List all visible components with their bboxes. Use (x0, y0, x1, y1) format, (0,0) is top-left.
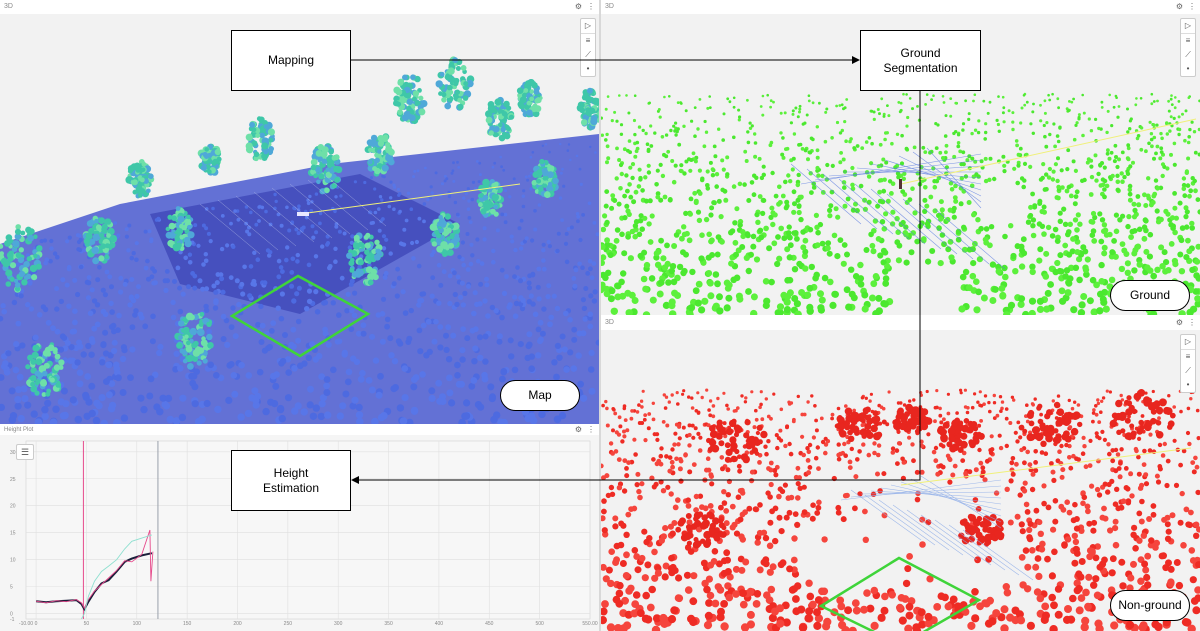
layers-icon[interactable]: ≡ (1181, 349, 1195, 364)
x-tick-label: 400 (435, 621, 444, 627)
x-tick-label: -10.00 (19, 621, 33, 627)
x-tick-label: 150 (183, 621, 192, 627)
x-tick-label: 450 (485, 621, 494, 627)
nonground-point-cloud (601, 330, 1200, 631)
mapping-label: Mapping (267, 53, 315, 67)
ground-segmentation-label-line2: Segmentation (883, 60, 958, 75)
more-icon[interactable]: ⋮ (1188, 0, 1196, 14)
ground-segmentation-label-line1: Ground (900, 45, 941, 60)
x-tick-label: 300 (334, 621, 343, 627)
height-estimation-label-line1: Height (273, 465, 309, 480)
dot-icon[interactable]: • (1181, 62, 1195, 76)
more-icon[interactable]: ⋮ (1188, 316, 1196, 330)
y-tick-label: -1 (10, 617, 15, 623)
settings-icon[interactable]: ⚙ (1176, 316, 1183, 330)
x-tick-label: 550.00 (582, 621, 598, 627)
x-tick-label: 100 (133, 621, 142, 627)
y-tick-label: 20 (10, 504, 16, 510)
ground-label: Ground (1110, 280, 1190, 311)
nonground-panel-title: 3D (605, 319, 614, 326)
sensor-marker (297, 212, 309, 216)
more-icon[interactable]: ⋮ (587, 425, 595, 435)
x-tick-label: 500 (535, 621, 544, 627)
ground-panel-title: 3D (605, 3, 614, 10)
height-plot-title: Height Plot (4, 427, 34, 433)
y-tick-label: 10 (10, 558, 16, 564)
layers-icon[interactable]: ≡ (581, 33, 595, 48)
ground-panel-header: 3D ⚙ ⋮ (601, 0, 1200, 14)
x-tick-label: 0 (35, 621, 38, 627)
nonground-panel-header: 3D ⚙ ⋮ (601, 316, 1200, 330)
mapping-box: Mapping (231, 30, 351, 91)
map-label: Map (500, 380, 580, 411)
nonground-toolbar: ▷ ≡ ⟋ • (1180, 334, 1196, 393)
map-panel-title: 3D (4, 3, 13, 10)
panel-divider (599, 0, 601, 631)
map-toolbar: ▷ ≡ ⟋ • (580, 18, 596, 77)
nonground-panel: 3D ⚙ ⋮ ▷ ≡ ⟋ • (601, 316, 1200, 631)
ground-segmentation-box: Ground Segmentation (860, 30, 981, 91)
settings-icon[interactable]: ⚙ (1176, 0, 1183, 14)
cursor-icon[interactable]: ▷ (581, 19, 595, 33)
map-panel-header: 3D ⚙ ⋮ (0, 0, 599, 14)
more-icon[interactable]: ⋮ (587, 0, 595, 14)
cursor-icon[interactable]: ▷ (1181, 19, 1195, 33)
ruler-icon[interactable]: ⟋ (581, 48, 595, 62)
settings-icon[interactable]: ⚙ (575, 0, 582, 14)
y-tick-label: 5 (10, 585, 13, 591)
ruler-icon[interactable]: ⟋ (1181, 48, 1195, 62)
y-tick-label: 25 (10, 477, 16, 483)
nonground-label: Non-ground (1110, 590, 1190, 621)
layers-icon[interactable]: ≡ (1181, 33, 1195, 48)
height-estimation-box: Height Estimation (231, 450, 351, 511)
x-tick-label: 350 (384, 621, 393, 627)
nonground-3d-viewport[interactable] (601, 330, 1200, 631)
cursor-icon[interactable]: ▷ (1181, 335, 1195, 349)
x-tick-label: 50 (84, 621, 90, 627)
height-plot-header: Height Plot ⚙ ⋮ (0, 425, 599, 435)
sensor-marker (899, 179, 902, 189)
y-tick-label: 30 (10, 450, 16, 456)
x-tick-label: 250 (284, 621, 293, 627)
settings-icon[interactable]: ⚙ (575, 425, 582, 435)
dot-icon[interactable]: • (1181, 378, 1195, 392)
height-estimation-label-line2: Estimation (262, 480, 320, 495)
y-tick-label: 15 (10, 531, 16, 537)
list-icon[interactable]: ☰ (16, 444, 34, 460)
ground-toolbar: ▷ ≡ ⟋ • (1180, 18, 1196, 77)
dot-icon[interactable]: • (581, 62, 595, 76)
x-tick-label: 200 (233, 621, 242, 627)
ruler-icon[interactable]: ⟋ (1181, 364, 1195, 378)
